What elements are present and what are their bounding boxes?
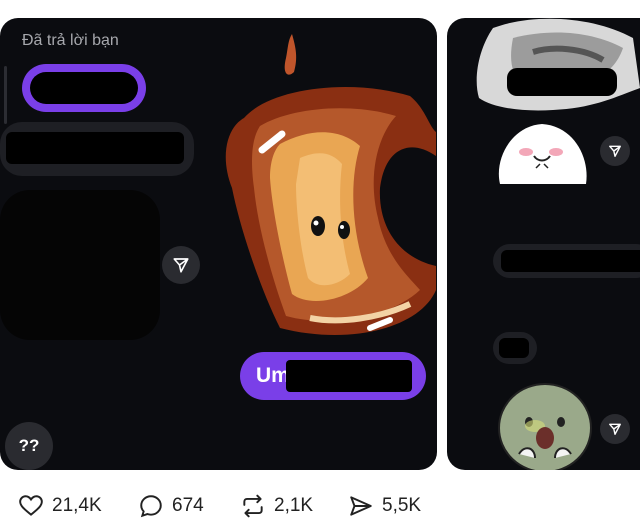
redacted-text: [499, 338, 529, 358]
repost-button[interactable]: 2,1K: [240, 488, 313, 524]
message-bubble: [493, 244, 640, 278]
redacted-text: [6, 132, 184, 164]
send-icon: [173, 258, 189, 273]
quoted-message-bubble: [22, 64, 146, 112]
send-icon: [609, 423, 621, 435]
heart-icon: [19, 495, 43, 516]
green-face-sticker: [498, 383, 592, 470]
redacted-image: [0, 190, 160, 340]
share-count: 5,5K: [382, 495, 422, 516]
replied-label: Đã trả lời bạn: [22, 32, 119, 49]
scribble-sticker: [476, 18, 640, 111]
post-action-bar: 21,4K 674 2,1K 5,5K: [0, 488, 640, 524]
help-button[interactable]: ??: [5, 422, 53, 470]
reply-text: Um: [256, 364, 290, 387]
send-icon: [609, 145, 621, 157]
story-card-right[interactable]: [447, 18, 640, 470]
redacted-text: [286, 360, 412, 392]
repost-count: 2,1K: [274, 495, 314, 516]
message-bubble: [0, 122, 194, 176]
share-button[interactable]: [600, 414, 630, 444]
like-count: 21,4K: [52, 495, 102, 516]
comment-icon: [140, 495, 162, 518]
comment-count: 674: [172, 495, 204, 516]
apple-core-sticker: [225, 34, 436, 336]
rice-ball-sticker: [498, 124, 587, 184]
repost-icon: [243, 494, 263, 518]
send-icon: [350, 496, 372, 516]
comment-button[interactable]: 674: [138, 488, 204, 524]
redacted-text: [30, 72, 138, 104]
reply-bubble: Um: [240, 352, 426, 400]
share-post-button[interactable]: 5,5K: [348, 488, 421, 524]
redacted-text: [501, 250, 640, 272]
reply-indicator-line: [4, 66, 7, 124]
share-button[interactable]: [600, 136, 630, 166]
story-card-left[interactable]: Đã trả lời bạn Um ??: [0, 18, 437, 470]
like-button[interactable]: 21,4K: [18, 488, 102, 524]
share-button[interactable]: [162, 246, 200, 284]
message-bubble: [493, 332, 537, 364]
